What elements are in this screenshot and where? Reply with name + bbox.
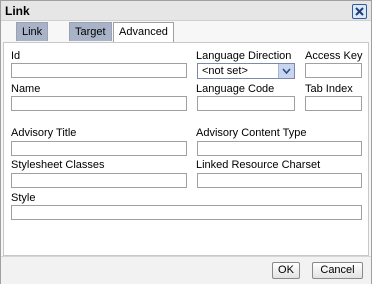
linked-resource-charset-label: Linked Resource Charset — [196, 159, 321, 171]
ok-button[interactable]: OK — [272, 262, 300, 279]
tab-advanced[interactable]: Advanced — [113, 22, 174, 43]
dialog-title: Link — [5, 4, 30, 18]
chevron-down-icon — [282, 68, 291, 74]
id-input[interactable] — [11, 63, 187, 78]
tab-target[interactable]: Target — [69, 22, 112, 41]
advanced-panel: Id Language Direction <not set> Access K… — [3, 42, 369, 256]
language-direction-value: <not set> — [202, 65, 248, 77]
link-dialog: Link Link Info Target Advanced Id Langua… — [0, 0, 372, 284]
language-code-label: Language Code — [196, 83, 275, 95]
advisory-content-type-input[interactable] — [197, 141, 362, 156]
stylesheet-classes-input[interactable] — [11, 173, 187, 188]
stylesheet-classes-label: Stylesheet Classes — [11, 159, 105, 171]
style-input[interactable] — [11, 205, 362, 220]
tab-index-label: Tab Index — [305, 83, 353, 95]
advisory-title-input[interactable] — [11, 141, 187, 156]
linked-resource-charset-input[interactable] — [197, 173, 362, 188]
name-input[interactable] — [11, 96, 187, 111]
id-label: Id — [11, 50, 21, 62]
language-direction-label: Language Direction — [196, 50, 292, 62]
close-icon — [355, 7, 364, 16]
name-label: Name — [11, 83, 41, 95]
dropdown-arrow[interactable] — [278, 64, 294, 78]
language-direction-select[interactable]: <not set> — [197, 63, 295, 79]
access-key-input[interactable] — [305, 63, 362, 78]
cancel-button[interactable]: Cancel — [312, 262, 363, 279]
tab-link-info[interactable]: Link Info — [16, 22, 49, 56]
close-button[interactable] — [352, 4, 367, 19]
title-bar[interactable]: Link — [1, 1, 371, 21]
access-key-label: Access Key — [305, 50, 363, 62]
tab-index-input[interactable] — [305, 96, 362, 111]
dialog-footer: OK Cancel — [1, 256, 371, 284]
advisory-title-label: Advisory Title — [11, 127, 77, 139]
language-code-input[interactable] — [197, 96, 295, 111]
style-label: Style — [11, 192, 36, 204]
advisory-content-type-label: Advisory Content Type — [196, 127, 307, 139]
